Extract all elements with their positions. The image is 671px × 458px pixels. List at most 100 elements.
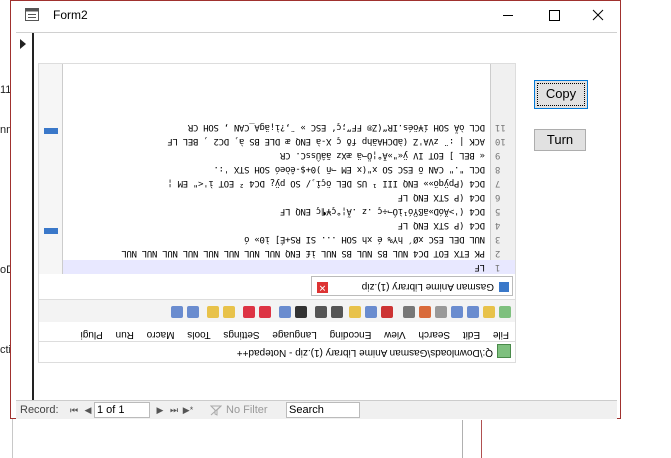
menu-item: View: [384, 329, 406, 340]
sync-scroll-icon: [223, 306, 235, 318]
line-number: 2: [495, 248, 501, 258]
form2-window: Form2 Q:\Downloads\Gasman Anime Library …: [10, 0, 621, 419]
open-file-icon: [483, 306, 495, 318]
notepad-editor: 1 LF 2 PK ETX EOT DC4 NUL BS NUL BS NUL …: [63, 64, 515, 274]
search-input[interactable]: Search: [286, 402, 360, 418]
notepad-title-bar: Q:\Downloads\Gasman Anime Library (1).zi…: [39, 341, 515, 362]
line-text: DCL òÃ SOH í¥öés.IR“(Z® FF”;ç‘ ESC » ¨,?…: [188, 122, 485, 132]
menu-item: Run: [115, 329, 134, 340]
line-number: 9: [495, 150, 501, 160]
paste-icon: [349, 306, 361, 318]
editor-line: 11 DCL òÃ SOH í¥öés.IR“(Z® FF”;ç‘ ESC » …: [63, 120, 515, 134]
indent-guide-icon: [187, 306, 199, 318]
copy-icon: [365, 306, 377, 318]
replace-icon: [279, 306, 291, 318]
line-number: 11: [495, 122, 506, 132]
editor-line: 9 « BEL ] EOT IV ÿ«"»Ä°¦Ö¬ä æXz ãâÛssC. …: [63, 148, 515, 162]
line-number: 7: [495, 178, 501, 188]
notepad-toolbar: [39, 299, 515, 322]
menu-item: Settings: [223, 329, 260, 340]
notepad-menu-bar: File Edit Search View Encoding Language …: [39, 324, 515, 340]
turn-button[interactable]: Turn: [534, 129, 586, 151]
minimize-button[interactable]: [485, 1, 531, 31]
line-text: PK ETX EOT DC4 NUL BS NUL BS NUL ì£ ENQ …: [121, 248, 485, 258]
previous-record-icon[interactable]: ◀: [82, 404, 94, 416]
line-text: « BEL ] EOT IV ÿ«"»Ä°¦Ö¬ä æXz ãâÛssC. CR: [280, 150, 485, 160]
new-file-icon: [499, 306, 511, 318]
notepad-file-tab: Gasman Anime Library (1).zip ✕: [311, 276, 513, 296]
line-text: DCL "." CAN õ ESC SO x"(x EM ¬ñ )0+$-êòe…: [213, 164, 485, 174]
line-number: 10: [495, 136, 506, 146]
close-icon: [592, 9, 604, 21]
next-record-icon[interactable]: ▶: [154, 404, 166, 416]
record-navigator: Record: ⏮ ◀ 1 of 1 ▶ ⏭ ▶* No Filter Sear…: [16, 400, 617, 419]
doc-map-icon: [171, 306, 183, 318]
word-wrap-icon: [207, 306, 219, 318]
editor-line: 5 DC4 ('>ÄóD»äßŸó¹ìÓ¬÷ç .z .Ã¦°ç¥¶ç ENQ …: [63, 204, 515, 218]
file-tab-icon: [499, 282, 509, 292]
line-text: DC4 (Ppÿqö»» ENQ III ¹ US DEL öçî¸/ SO p…: [167, 178, 485, 188]
save-icon: [467, 306, 479, 318]
editor-line: 4 DC4 (P STX ENQ LF: [63, 218, 515, 232]
cut-icon: [381, 306, 393, 318]
menu-item: Language: [272, 329, 317, 340]
line-number: 6: [495, 192, 501, 202]
line-number: 5: [495, 206, 501, 216]
editor-line: 10 ACK | :¨ zVA'Z (àDCHAähp fð ç X-à ENQ…: [63, 134, 515, 148]
last-record-icon[interactable]: ⏭: [168, 404, 180, 416]
file-tab-label: Gasman Anime Library (1).zip: [361, 281, 494, 292]
close-all-icon: [419, 306, 431, 318]
line-number: 1: [495, 262, 501, 272]
menu-item: Search: [418, 329, 451, 340]
no-filter-button[interactable]: No Filter: [226, 404, 268, 416]
record-selector[interactable]: [16, 33, 34, 401]
redo-icon: [315, 306, 327, 318]
editor-line: 8 DCL "." CAN õ ESC SO x"(x EM ¬ñ )0+$-ê…: [63, 162, 515, 176]
line-text: NUL DEL ESC xØ´ hY% é xh SOH ... SI RS+É…: [244, 234, 485, 244]
window-title: Form2: [53, 8, 88, 22]
editor-line: 2 PK ETX EOT DC4 NUL BS NUL BS NUL ì£ EN…: [63, 246, 515, 260]
background-divider: [462, 420, 463, 458]
record-position-input[interactable]: 1 of 1: [94, 402, 150, 418]
record-label: Record:: [20, 404, 59, 416]
menu-item: Encoding: [329, 329, 372, 340]
first-record-icon[interactable]: ⏮: [68, 404, 80, 416]
print-icon: [403, 306, 415, 318]
line-text: ACK | :¨ zVA'Z (àDCHAähp fð ç X-à ENQ æ …: [167, 136, 485, 146]
rotated-notepad-screenshot: Q:\Downloads\Gasman Anime Library (1).zi…: [39, 64, 515, 362]
editor-line: 7 DC4 (Ppÿqö»» ENQ III ¹ US DEL öçî¸/ SO…: [63, 176, 515, 190]
line-number: 8: [495, 164, 501, 174]
find-icon: [295, 306, 307, 318]
notepad-title: Q:\Downloads\Gasman Anime Library (1).zi…: [236, 347, 493, 358]
line-text: DC4 (P STX ENQ LF: [397, 220, 485, 230]
image-control: Q:\Downloads\Gasman Anime Library (1).zi…: [38, 63, 516, 363]
close-button[interactable]: [575, 1, 621, 31]
undo-icon: [331, 306, 343, 318]
menu-item: File: [492, 329, 509, 340]
notepad-side-panel: [39, 64, 63, 274]
close-file-icon: [435, 306, 447, 318]
maximize-button[interactable]: [531, 1, 577, 31]
editor-line: 3 NUL DEL ESC xØ´ hY% é xh SOH ... SI RS…: [63, 232, 515, 246]
line-text: DC4 ('>ÄóD»äßŸó¹ìÓ¬÷ç .z .Ã¦°ç¥¶ç ENQ LF: [280, 206, 485, 216]
copy-button[interactable]: Copy: [534, 80, 588, 109]
side-panel-marker: [44, 128, 58, 134]
background-divider: [481, 420, 482, 458]
menu-item: Plugi: [80, 329, 103, 340]
zoom-out-icon: [243, 306, 255, 318]
form-detail-area: Q:\Downloads\Gasman Anime Library (1).zi…: [16, 32, 617, 401]
menu-item: Macro: [146, 329, 175, 340]
line-text: LF: [474, 262, 485, 272]
new-record-icon[interactable]: ▶*: [182, 404, 194, 416]
side-panel-marker: [44, 228, 58, 234]
filter-icon: [210, 405, 222, 416]
editor-line: 1 LF: [63, 260, 515, 274]
title-bar[interactable]: Form2: [11, 1, 620, 31]
line-number: 3: [495, 234, 501, 244]
save-all-icon: [451, 306, 463, 318]
tab-close-icon: ✕: [317, 282, 328, 293]
current-record-arrow-icon: [20, 39, 26, 49]
editor-line: 6 DC4 (P STX ENQ LF: [63, 190, 515, 204]
form-icon: [25, 8, 39, 21]
menu-item: Tools: [187, 329, 211, 340]
